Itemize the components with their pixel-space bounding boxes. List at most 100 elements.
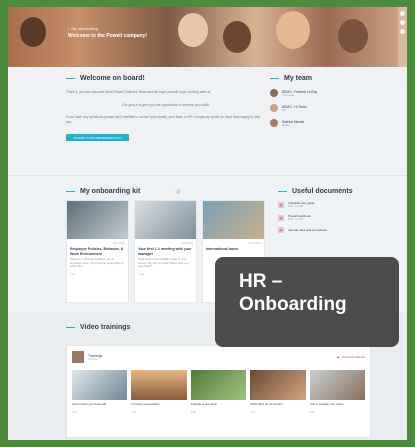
video-item[interactable]: Tips to manage your career 2:30	[309, 370, 366, 414]
video-item[interactable]: How to book your desk with... 2:45	[72, 370, 128, 414]
file-icon: ▤	[278, 227, 284, 233]
card-image	[203, 201, 264, 239]
welcome-quote: Our goal is to give you the opportunity …	[122, 102, 210, 107]
team-member[interactable]: DEMO - Frederic Le Roy Team lead	[270, 89, 365, 97]
document-name: Internal rules and procedures	[288, 228, 328, 232]
video-title: Company presentation	[131, 402, 160, 406]
section-heading: Video trainings	[66, 324, 130, 331]
hero-title: Welcome to the Powell company!	[68, 33, 148, 39]
hero-person-image	[178, 13, 208, 47]
document-size: PDF - 2.4 MB	[288, 218, 304, 221]
kit-title: My onboarding kit	[80, 188, 141, 195]
video-title: How to book your desk with...	[72, 402, 109, 406]
chevron-left-icon: ‹	[68, 26, 70, 31]
member-role: HR	[282, 108, 286, 112]
document-item[interactable]: ▤ Internal rules and procedures	[278, 227, 373, 233]
member-role: Team lead	[282, 93, 294, 97]
kit-card[interactable]: 12/01/2021 Your first 1-1 meeting with y…	[134, 200, 197, 303]
hr-onboarding-badge: HR – Onboarding	[215, 257, 399, 347]
video-list: How to book your desk with... 2:45 Compa…	[67, 368, 370, 416]
team-member[interactable]: Sabrina Mercier Buddy	[270, 119, 365, 127]
video-title: Tips to manage your career	[309, 402, 344, 406]
document-item[interactable]: ▤ Travelled tour guide PDF - 1.2 MB	[278, 201, 373, 208]
welcome-section: Welcome on board! That's it, you are now…	[66, 75, 266, 142]
team-title: My team	[284, 75, 313, 82]
video-thumbnail	[250, 370, 306, 400]
file-icon: ▤	[278, 214, 284, 221]
hero-person-image	[20, 17, 46, 47]
member-name: DEMO - Hr Team	[282, 104, 307, 109]
badge-line-1: HR –	[239, 271, 283, 292]
video-title: What office do we forward	[250, 402, 283, 406]
toolbar-icon[interactable]	[400, 20, 405, 25]
heading-accent	[278, 190, 287, 193]
welcome-title: Welcome on board!	[80, 75, 145, 82]
useful-documents-section: Useful documents ▤ Travelled tour guide P…	[278, 188, 373, 233]
card-description: Meet is the most valuable asset to your …	[138, 257, 189, 269]
video-item[interactable]: Integrate a new team 4:05	[190, 370, 247, 414]
toolbar-icon[interactable]	[400, 11, 405, 16]
member-role: Buddy	[282, 123, 290, 127]
kit-count-badge: 4	[175, 189, 182, 194]
welcome-intro: That's it, you are now part of the Powel…	[66, 90, 212, 94]
document-size: PDF - 1.2 MB	[288, 205, 304, 208]
video-duration: 3:12	[131, 411, 137, 414]
channel-count: 5 videos	[88, 357, 98, 361]
card-description: Welcome to Powell Software. As an employ…	[70, 257, 124, 269]
avatar	[270, 119, 278, 127]
video-title: Integrate a new team	[190, 402, 218, 406]
video-thumbnail	[72, 370, 128, 400]
heading-accent	[66, 326, 75, 329]
video-thumbnail	[309, 370, 366, 400]
section-heading: Useful documents	[278, 188, 373, 195]
kit-card[interactable]: 12/01/2021 Employee Policies, Behavior, …	[66, 200, 129, 303]
video-duration: 4:05	[190, 411, 196, 414]
document-item[interactable]: ▤ Powell handbook PDF - 2.4 MB	[278, 214, 373, 221]
heading-accent	[270, 77, 279, 80]
video-duration: 1:58	[250, 411, 255, 414]
breadcrumb[interactable]: ‹ My onboarding	[68, 26, 168, 31]
video-thumbnail	[190, 370, 247, 400]
video-thumbnail	[131, 370, 187, 400]
section-heading: My onboarding kit 4	[66, 188, 271, 195]
hero-banner: ‹ My onboarding Welcome to the Powell co…	[8, 7, 407, 67]
hero-person-image	[223, 21, 251, 53]
my-team-section: My team DEMO - Frederic Le Roy Team lead …	[270, 75, 365, 127]
team-member[interactable]: DEMO - Hr Team HR	[270, 104, 365, 112]
documents-title: Useful documents	[292, 188, 353, 195]
member-name: DEMO - Frederic Le Roy	[282, 89, 318, 94]
video-duration: 2:30	[309, 411, 315, 414]
video-channel-panel: Trainings 5 videos ▶ Visit web channel Ho…	[66, 345, 371, 438]
app-frame: ‹ My onboarding Welcome to the Powell co…	[8, 7, 407, 440]
videos-title: Video trainings	[80, 324, 131, 331]
section-heading: My team	[270, 75, 365, 82]
welcome-help: If you have any questions please don't h…	[66, 115, 261, 124]
toolbar-icon[interactable]	[400, 29, 405, 34]
card-title: Employee Policies, Behavior, & Work Envi…	[70, 247, 124, 256]
hero-person-image	[276, 11, 310, 49]
channel-thumbnail	[72, 351, 84, 363]
channel-name: Trainings	[88, 353, 103, 358]
file-icon: ▤	[278, 201, 284, 208]
member-name: Sabrina Mercier	[282, 119, 305, 124]
hero-caption: ‹ My onboarding Welcome to the Powell co…	[68, 26, 168, 44]
section-divider	[8, 175, 407, 176]
avatar	[270, 104, 278, 112]
onboarding-plan-button[interactable]: ACCESS YOUR ONBOARDING PLAN	[66, 134, 129, 142]
card-image	[135, 201, 196, 239]
breadcrumb-label: My onboarding	[71, 26, 98, 31]
avatar	[270, 89, 278, 97]
video-item[interactable]: What office do we forward 1:58	[250, 370, 306, 414]
card-image	[67, 201, 128, 239]
card-meta: 2 min	[70, 272, 77, 276]
heading-accent	[66, 190, 75, 193]
heading-accent	[66, 77, 75, 80]
card-meta: 2 min	[138, 272, 145, 276]
channel-header: Trainings 5 videos ▶ Visit web channel	[67, 346, 370, 368]
section-heading: Welcome on board!	[66, 75, 266, 82]
hero-person-image	[338, 19, 368, 53]
visit-channel-link[interactable]: ▶ Visit web channel	[337, 355, 365, 359]
badge-line-2: Onboarding	[239, 294, 347, 315]
video-duration: 2:45	[72, 411, 77, 414]
video-item[interactable]: Company presentation 3:12	[131, 370, 187, 414]
